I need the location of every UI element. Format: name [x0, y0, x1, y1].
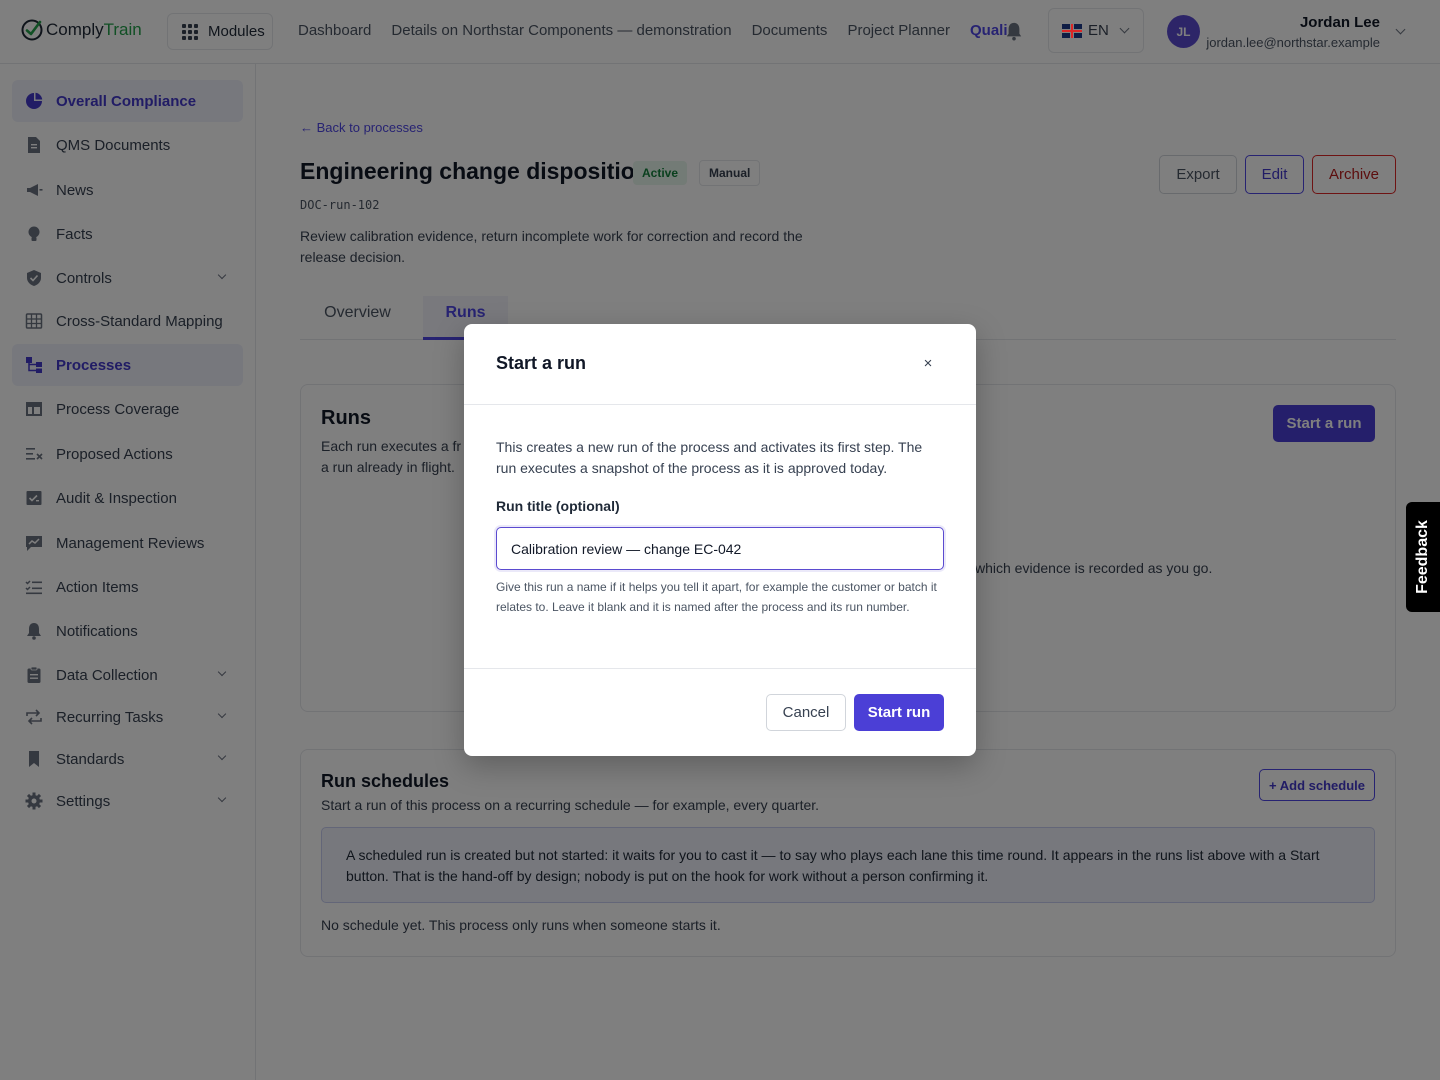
dialog-title: Start a run [496, 353, 587, 373]
run-title-label: Run title (optional) [496, 498, 620, 514]
divider [464, 404, 976, 405]
start-run-dialog: Start a run × This creates a new run of … [464, 324, 976, 756]
dialog-description: This creates a new run of the process an… [496, 439, 923, 476]
feedback-label: Feedback [1414, 520, 1431, 594]
divider [464, 668, 976, 669]
cancel-button[interactable]: Cancel [766, 694, 846, 731]
run-title-help: Give this run a name if it helps you tel… [496, 580, 937, 614]
run-title-input[interactable] [496, 527, 944, 570]
start-run-button[interactable]: Start run [854, 694, 944, 731]
feedback-tab[interactable]: Feedback [1406, 502, 1440, 612]
close-icon[interactable]: × [919, 354, 937, 372]
